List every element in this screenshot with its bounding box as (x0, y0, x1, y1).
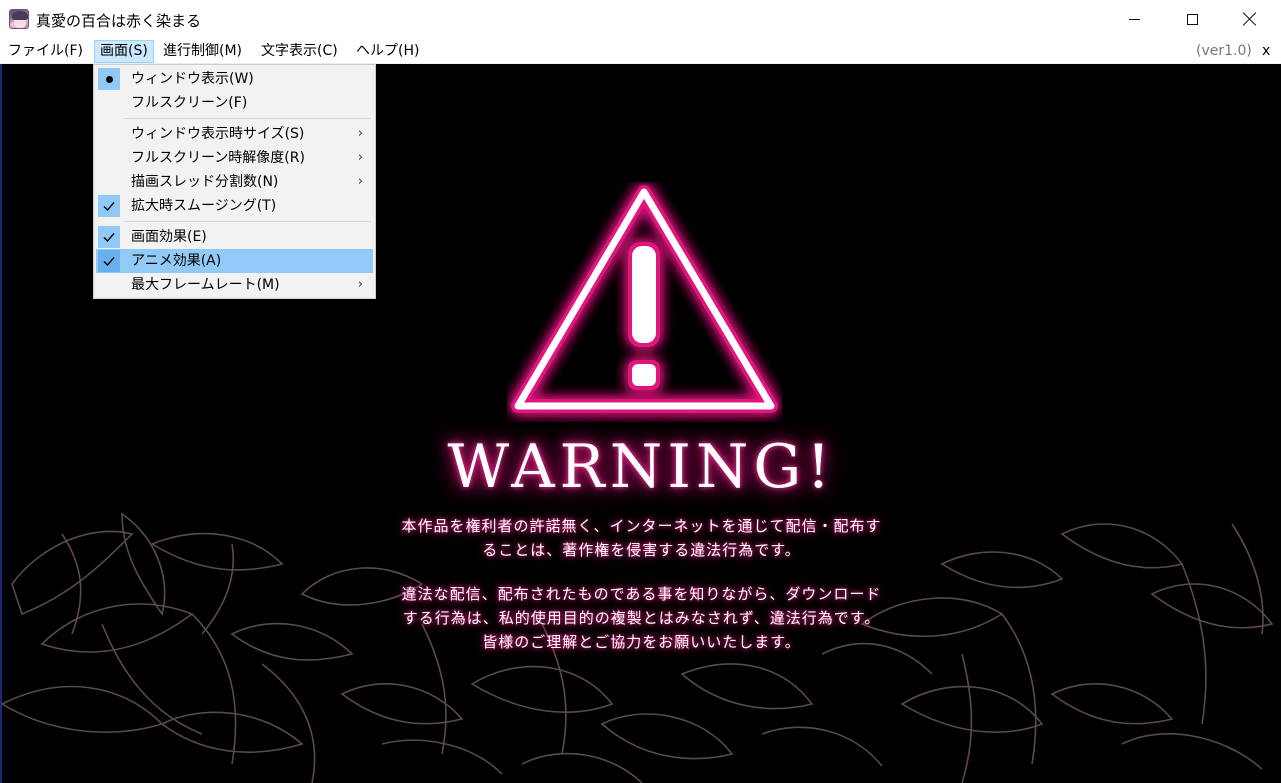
version-label: (ver1.0) (1196, 43, 1252, 59)
warning-title: WARNING! (447, 432, 836, 502)
menu-option-render-threads[interactable]: 描画スレッド分割数(N) › (96, 170, 373, 194)
menu-option-smoothing[interactable]: 拡大時スムージング(T) (96, 194, 373, 218)
notice-line: する行為は、私的使用目的の複製とはみなされず、違法行為です。 (402, 609, 881, 627)
menu-separator (124, 221, 371, 222)
check-icon (98, 195, 120, 217)
menu-separator (124, 118, 371, 119)
notice-line: ることは、著作権を侵害する違法行為です。 (482, 541, 801, 559)
chevron-right-icon: › (357, 126, 363, 141)
menu-option-window-size[interactable]: ウィンドウ表示時サイズ(S) › (96, 122, 373, 146)
maximize-icon (1186, 13, 1198, 25)
menu-text-display[interactable]: 文字表示(C) (256, 40, 343, 63)
menu-option-anime-effect[interactable]: アニメ効果(A) (96, 249, 373, 273)
notice-line: 違法な配信、配布されたものである事を知りながら、ダウンロード (401, 585, 882, 603)
menu-option-screen-effect[interactable]: 画面効果(E) (96, 225, 373, 249)
menu-option-fullscreen-resolution[interactable]: フルスクリーン時解像度(R) › (96, 146, 373, 170)
menu-option-max-framerate[interactable]: 最大フレームレート(M) › (96, 273, 373, 297)
close-icon (1243, 12, 1257, 26)
maximize-button[interactable] (1163, 0, 1221, 38)
minimize-button[interactable] (1105, 0, 1163, 38)
menu-file[interactable]: ファイル(F) (3, 40, 88, 63)
menu-bar: ファイル(F) 画面(S) 進行制御(M) 文字表示(C) ヘルプ(H) (ve… (0, 38, 1281, 64)
bullet-icon (98, 68, 120, 90)
menu-progress-control[interactable]: 進行制御(M) (158, 40, 247, 63)
menu-option-fullscreen[interactable]: フルスクリーン(F) (96, 91, 373, 115)
window-title: 真愛の百合は赤く染まる (36, 12, 202, 30)
check-icon (98, 250, 120, 272)
minimize-icon (1128, 18, 1140, 20)
menu-help[interactable]: ヘルプ(H) (351, 40, 424, 63)
menu-option-window-display[interactable]: ウィンドウ表示(W) (96, 67, 373, 91)
notice-line: 皆様のご理解とご協力をお願いいたします。 (482, 633, 801, 651)
screen-menu-dropdown: ウィンドウ表示(W) フルスクリーン(F) ウィンドウ表示時サイズ(S) › フ… (93, 64, 376, 299)
menu-screen[interactable]: 画面(S) (94, 40, 154, 63)
chevron-right-icon: › (357, 150, 363, 165)
close-button[interactable] (1221, 0, 1279, 38)
menu-close-button[interactable]: x (1262, 40, 1270, 63)
chevron-right-icon: › (357, 277, 363, 292)
copyright-notice-1: 本作品を権利者の許諾無く、インターネットを通じて配信・配布す ることは、著作権を… (2, 514, 1281, 562)
title-bar[interactable]: 真愛の百合は赤く染まる (0, 0, 1281, 38)
notice-line: 本作品を権利者の許諾無く、インターネットを通じて配信・配布す (401, 517, 882, 535)
check-icon (98, 226, 120, 248)
chevron-right-icon: › (357, 174, 363, 189)
warning-triangle-icon (511, 185, 778, 413)
app-icon[interactable] (9, 9, 29, 29)
copyright-notice-2: 違法な配信、配布されたものである事を知りながら、ダウンロード する行為は、私的使… (2, 582, 1281, 654)
